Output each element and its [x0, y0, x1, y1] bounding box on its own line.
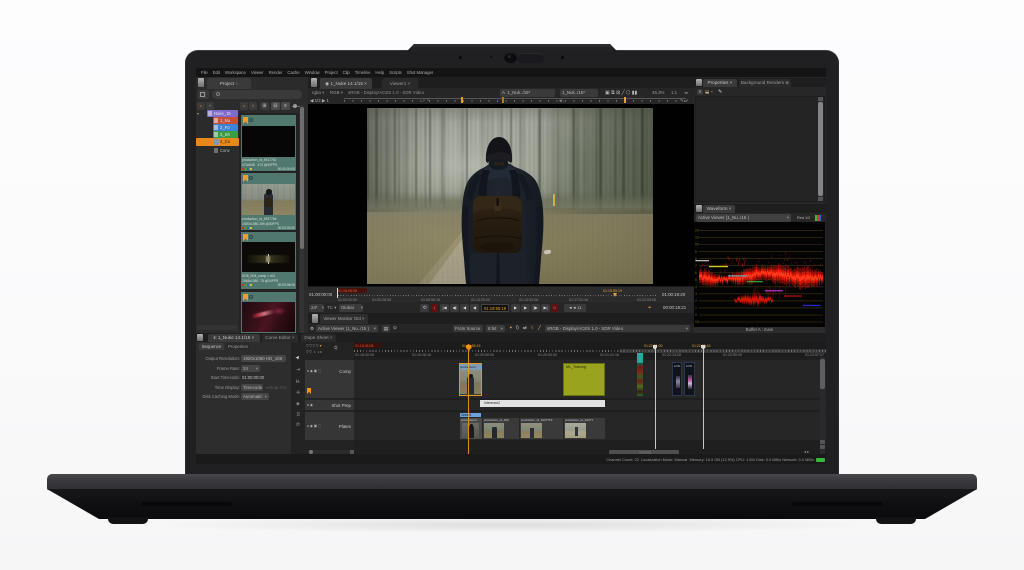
svg-text:00: 00 — [695, 243, 699, 247]
svg-text:1: 1 — [695, 306, 697, 310]
svg-text:9: 9 — [695, 250, 697, 254]
svg-text:6: 6 — [695, 271, 697, 275]
svg-text:3: 3 — [695, 292, 697, 296]
svg-text:0: 0 — [695, 313, 697, 317]
svg-text:2: 2 — [695, 299, 697, 303]
svg-text:5: 5 — [695, 278, 697, 282]
svg-text:20: 20 — [695, 229, 699, 233]
svg-text:7: 7 — [695, 264, 697, 268]
svg-text:4: 4 — [695, 285, 697, 289]
svg-text:10: 10 — [695, 320, 699, 324]
svg-text:10: 10 — [695, 236, 699, 240]
